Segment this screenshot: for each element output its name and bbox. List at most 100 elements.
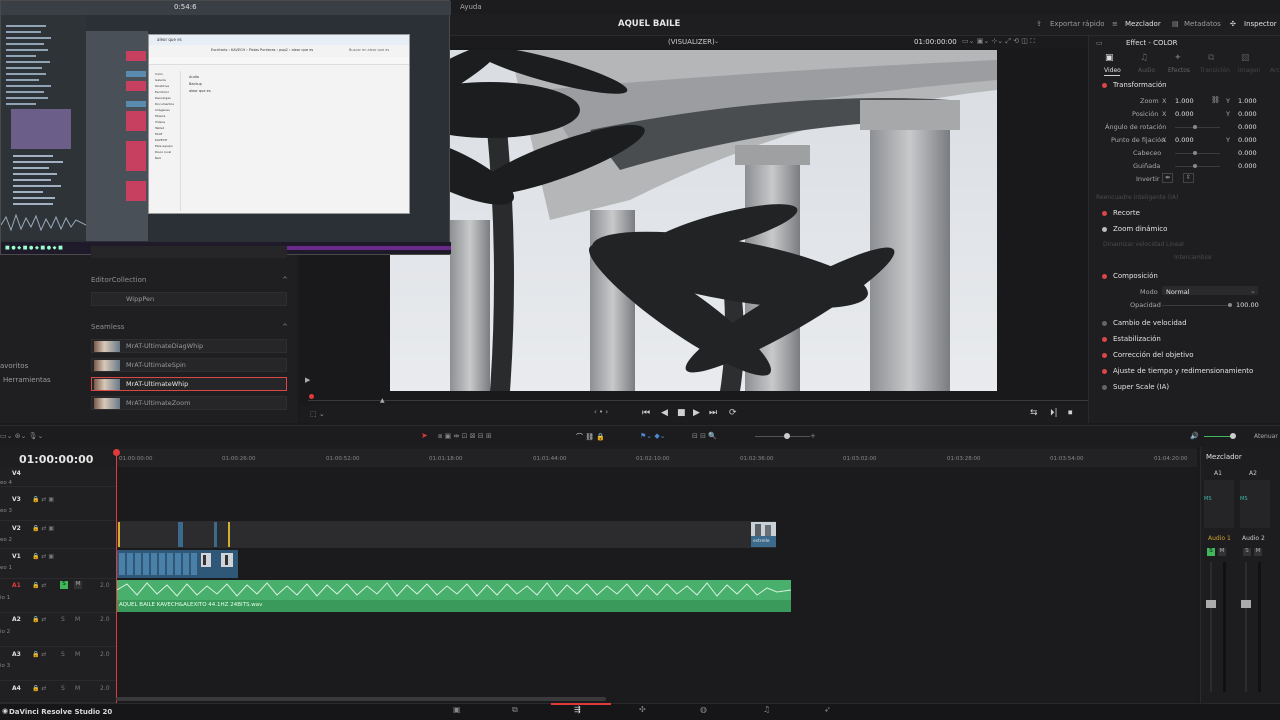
- v2-marker-clip[interactable]: [228, 522, 230, 547]
- rotation-slider-handle[interactable]: [1193, 125, 1197, 129]
- anchor-x-field[interactable]: 0.000: [1175, 136, 1194, 144]
- stop-icon[interactable]: ■: [677, 408, 686, 418]
- zoom-in-icon[interactable]: +: [810, 432, 816, 440]
- go-to-start-icon[interactable]: ⏮: [642, 408, 650, 418]
- v2-marker-clip[interactable]: [118, 522, 120, 547]
- timeline-scrollbar[interactable]: [116, 697, 606, 701]
- taskbar-icons[interactable]: ■ ● ◆ ■ ● ◆ ■ ● ◆ ■: [5, 245, 63, 251]
- dynamic-ease-dropdown[interactable]: Lineal: [1166, 241, 1184, 248]
- effect-item[interactable]: MrAT-UltimateZoom: [91, 396, 287, 410]
- v1-clip-group[interactable]: [117, 550, 238, 578]
- speed-change-dot[interactable]: [1102, 321, 1107, 326]
- edit-page-icon[interactable]: ⇶: [574, 705, 588, 715]
- match-frame-icon[interactable]: ⇆: [1030, 408, 1038, 418]
- mixer-eq-a1[interactable]: [1204, 480, 1234, 528]
- video-tab-icon[interactable]: ▣: [1105, 53, 1114, 63]
- explorer-file-list[interactable]: Audio Backup aleor que es: [189, 75, 329, 105]
- a1-audio-clip[interactable]: AQUEL BAILE KAVECH&ALEXITO 44.1HZ 24BITS…: [116, 580, 792, 612]
- chevron-down-icon[interactable]: ⌄: [1250, 287, 1256, 295]
- quick-export-button[interactable]: Exportar rápido: [1050, 20, 1105, 28]
- mixer-mute-a2[interactable]: M: [1254, 548, 1262, 556]
- opacity-slider[interactable]: [1162, 305, 1232, 306]
- v2-end-clip[interactable]: estrelle: [751, 522, 776, 547]
- playhead-handle[interactable]: [113, 449, 120, 456]
- file-explorer-window[interactable]: aleor que es Escritorio › KAVECH › Pista…: [148, 34, 410, 214]
- viewer-crop-icon[interactable]: ⬚ ⌄: [310, 410, 325, 418]
- mute-button[interactable]: Atenuar: [1254, 433, 1278, 440]
- flip-horizontal-button[interactable]: ⇹: [1162, 173, 1173, 183]
- super-scale-title[interactable]: Super Scale (IA): [1113, 383, 1169, 391]
- fairlight-page-icon[interactable]: ♫: [763, 705, 777, 715]
- transition-tab-icon[interactable]: ⧉: [1208, 53, 1214, 63]
- v2-clip[interactable]: [214, 522, 217, 547]
- retime-dot[interactable]: [1102, 369, 1107, 374]
- tab-video[interactable]: Video: [1104, 67, 1121, 74]
- jog-icon[interactable]: ‹ • ›: [594, 408, 608, 416]
- viewer-frame[interactable]: [390, 50, 997, 391]
- scrub-playhead[interactable]: [309, 394, 314, 399]
- solo-button[interactable]: S: [61, 651, 65, 658]
- crop-enabled-dot[interactable]: [1102, 211, 1107, 216]
- media-page-icon[interactable]: ▣: [453, 705, 467, 715]
- track-controls-icon[interactable]: 🔒 ⇄: [32, 582, 46, 589]
- editor-collection-section[interactable]: EditorCollection: [91, 276, 146, 284]
- track-controls-icon[interactable]: 🔒 ⇄: [32, 651, 46, 658]
- favorites-item[interactable]: avoritos: [0, 362, 28, 370]
- effects-search-box[interactable]: [91, 246, 287, 258]
- master-volume-slider[interactable]: [1204, 436, 1232, 437]
- inspector-icon[interactable]: ✣: [1230, 20, 1236, 28]
- volume-icon[interactable]: 🔊: [1190, 432, 1199, 440]
- viewer-scrub-bar[interactable]: [308, 400, 1088, 401]
- metadata-button[interactable]: Metadatos: [1184, 20, 1221, 28]
- fusion-page-icon[interactable]: ✣: [639, 705, 653, 715]
- pitch-slider-handle[interactable]: [1193, 151, 1197, 155]
- snap-icon[interactable]: ⌒ ⛓ 🔒: [576, 432, 605, 442]
- v2-clip[interactable]: [178, 522, 183, 547]
- solo-button[interactable]: S: [60, 581, 68, 589]
- go-to-end-icon[interactable]: ⏭: [709, 408, 717, 418]
- explorer-search[interactable]: Buscar en aleor que es: [349, 48, 389, 52]
- composite-title[interactable]: Composición: [1113, 272, 1158, 280]
- deliver-page-icon[interactable]: ➶: [824, 705, 838, 715]
- color-page-icon[interactable]: ◍: [700, 705, 714, 715]
- explorer-file-2[interactable]: Backup: [189, 82, 202, 86]
- effect-item-selected[interactable]: MrAT-UltimateWhip: [91, 377, 287, 391]
- zoom-x-field[interactable]: 1.000: [1175, 97, 1194, 105]
- scrub-handle-icon[interactable]: ▲: [380, 397, 385, 404]
- mixer-fader-a1[interactable]: [1206, 600, 1216, 608]
- timeline-view-icons[interactable]: ▭⌄ ⊛⌄ 🎙⌄: [0, 432, 43, 440]
- transform-enabled-dot[interactable]: [1102, 83, 1107, 88]
- yaw-slider[interactable]: [1175, 166, 1220, 167]
- play-icon[interactable]: ▶: [693, 408, 700, 418]
- flag-icon[interactable]: ⚑⌄ ◆⌄: [640, 432, 666, 440]
- mixer-button[interactable]: Mezclador: [1125, 20, 1161, 28]
- composite-enabled-dot[interactable]: [1102, 274, 1107, 279]
- track-controls-icon[interactable]: 🔒 ⇄ ▣: [32, 525, 54, 532]
- viewer-mode-dropdown[interactable]: (VISUALIZER): [668, 38, 715, 46]
- track-controls-icon[interactable]: 🔒 ⇄ ▣: [32, 496, 54, 503]
- rotation-slider[interactable]: [1175, 127, 1220, 128]
- effect-item[interactable]: MrAT-UltimateDiagWhip: [91, 339, 287, 353]
- smart-reframe-label[interactable]: Reencuadre inteligente (IA): [1096, 194, 1178, 201]
- position-y-field[interactable]: 0.000: [1238, 110, 1257, 118]
- pitch-field[interactable]: 0.000: [1238, 149, 1257, 157]
- flip-vertical-button[interactable]: ⇳: [1183, 173, 1194, 183]
- end-icon[interactable]: ⏹: [1068, 408, 1073, 418]
- quick-export-icon[interactable]: ⇪: [1036, 20, 1042, 28]
- stabilization-dot[interactable]: [1102, 337, 1107, 342]
- mute-track-button[interactable]: M: [74, 581, 82, 589]
- dynamic-zoom-dot[interactable]: [1102, 227, 1107, 232]
- tab-arc[interactable]: Arc: [1270, 67, 1280, 74]
- chevron-down-icon[interactable]: ⌄: [714, 38, 719, 45]
- viewer-left-arrow-icon[interactable]: ▶: [305, 376, 310, 384]
- mute-track-button[interactable]: M: [75, 685, 80, 692]
- yaw-slider-handle[interactable]: [1193, 164, 1197, 168]
- effects-tab-icon[interactable]: ✦: [1174, 53, 1182, 63]
- mute-track-button[interactable]: M: [75, 616, 80, 623]
- solo-button[interactable]: S: [61, 616, 65, 623]
- speed-change-title[interactable]: Cambio de velocidad: [1113, 319, 1187, 327]
- loop-icon[interactable]: ⟳: [729, 408, 737, 418]
- opacity-field[interactable]: 100.00: [1236, 301, 1259, 309]
- collapse-icon[interactable]: ^: [282, 276, 288, 284]
- tab-image[interactable]: Imagen: [1238, 67, 1261, 74]
